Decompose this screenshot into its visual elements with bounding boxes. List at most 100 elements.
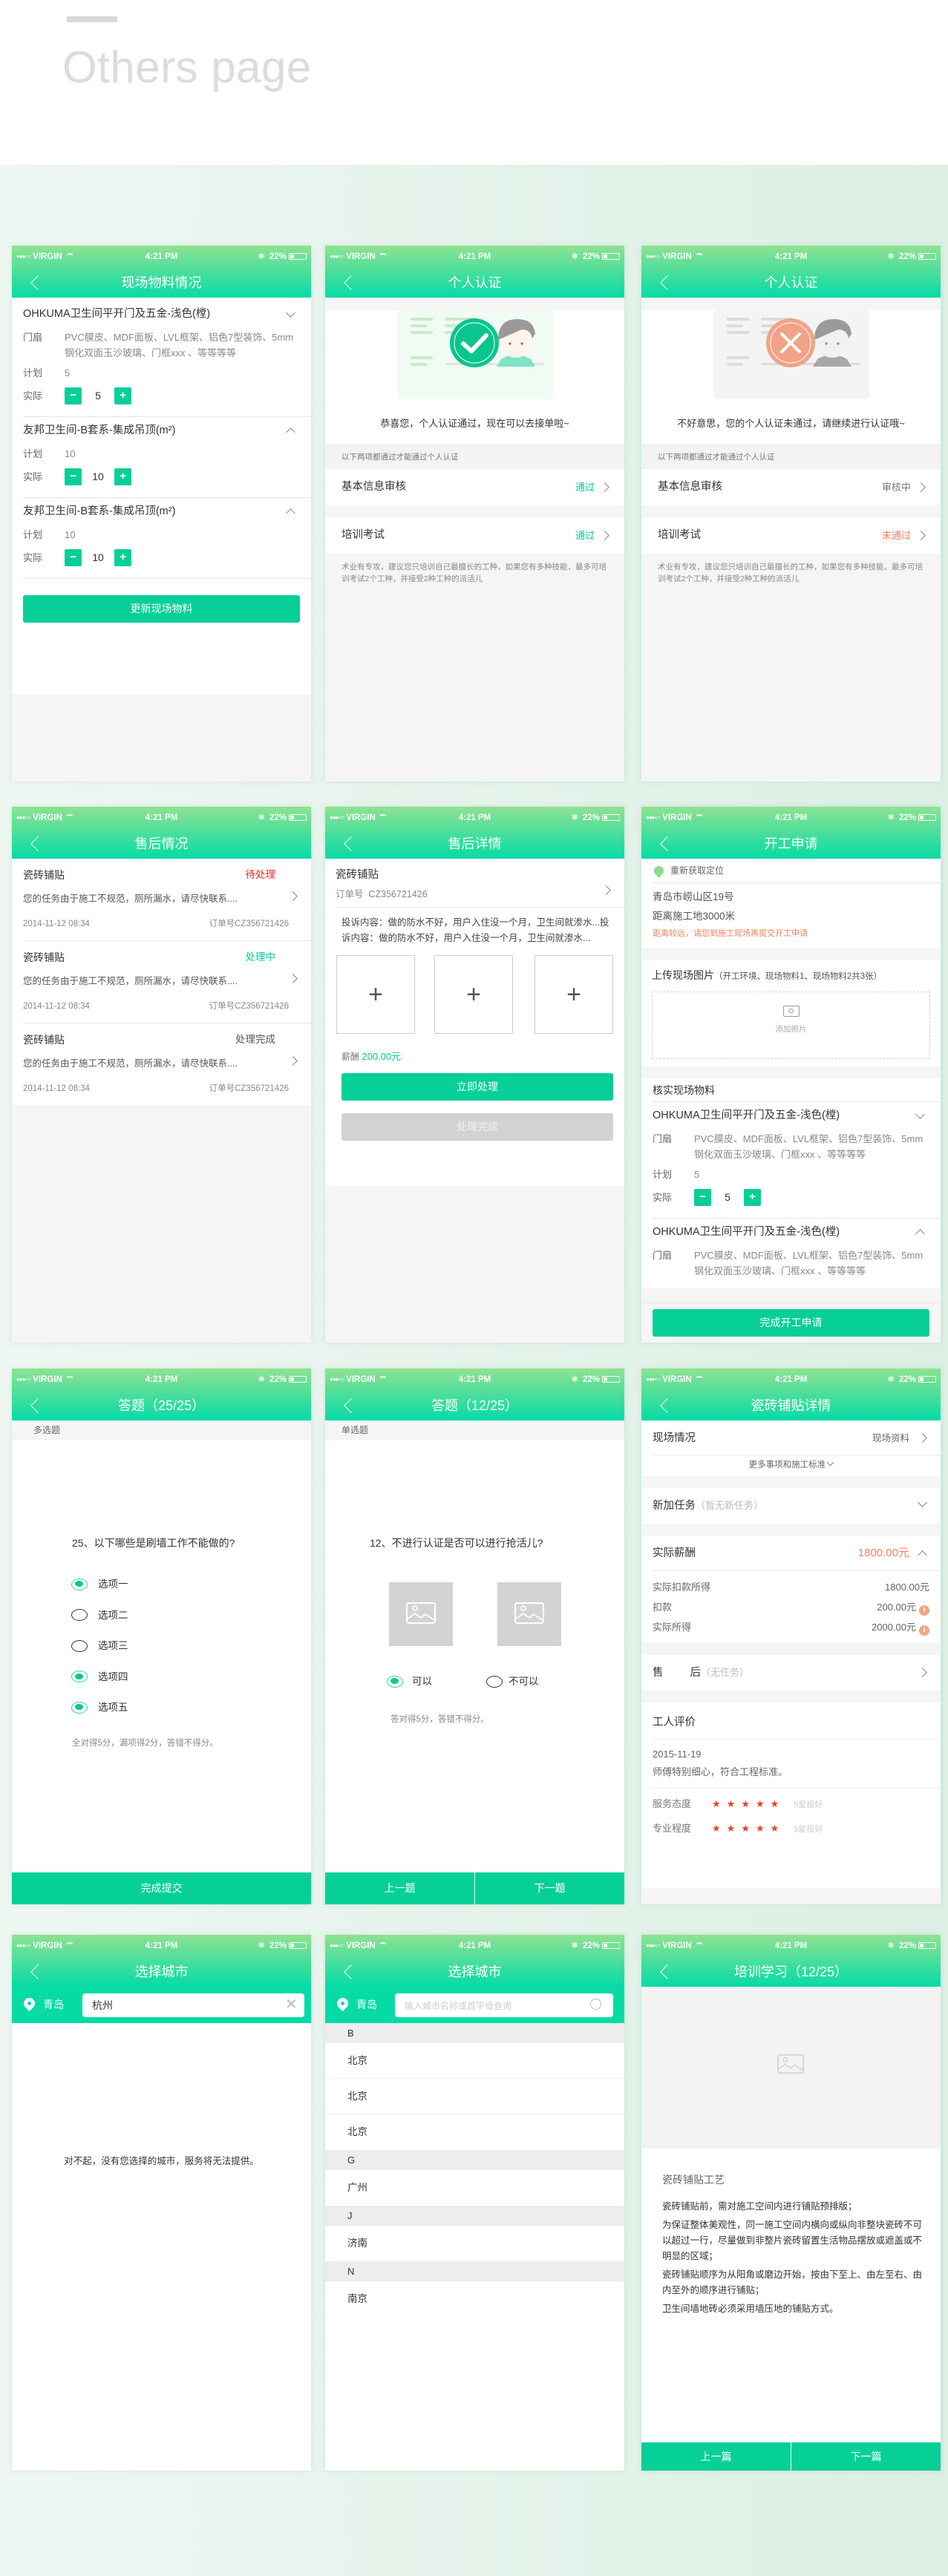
- checkbox-icon[interactable]: [71, 1701, 88, 1714]
- camera-icon: [782, 1006, 800, 1017]
- add-photo-slot[interactable]: +: [336, 955, 415, 1034]
- aftersales-item[interactable]: 瓷砖铺贴 处理中 您的任务由于施工不规范，厕所漏水，请尽快联系.... 2014-11…: [23, 941, 311, 1023]
- row-label: 培训考试: [658, 529, 701, 541]
- back-icon[interactable]: [660, 1964, 675, 1979]
- salary-label: 薪酬: [341, 1052, 360, 1062]
- increment-button[interactable]: +: [114, 549, 131, 566]
- relocate-button[interactable]: 重新获取定位: [652, 859, 941, 883]
- actual-quantity[interactable]: 5: [711, 1190, 744, 1205]
- checkbox-icon[interactable]: [71, 1578, 88, 1590]
- chevron-up-icon[interactable]: [286, 508, 295, 518]
- option[interactable]: 选项四: [71, 1668, 128, 1700]
- back-icon[interactable]: [660, 275, 675, 290]
- training-exam-row[interactable]: 培训考试 未通过: [641, 517, 941, 554]
- decrement-button[interactable]: −: [65, 468, 82, 485]
- option[interactable]: 不可以: [486, 1673, 539, 1688]
- option[interactable]: 选项三: [71, 1637, 128, 1668]
- bluetooth-icon: ✱: [887, 1375, 895, 1384]
- city-item[interactable]: 北京: [325, 2043, 624, 2079]
- back-icon[interactable]: [30, 836, 45, 851]
- city-item[interactable]: 南京: [325, 2281, 624, 2317]
- back-icon[interactable]: [344, 1964, 359, 1979]
- back-icon[interactable]: [344, 275, 359, 290]
- order-number: 订单号CZ356721426: [209, 1002, 289, 1011]
- location-pin-icon: [652, 864, 666, 878]
- battery-level: 22%: [582, 252, 600, 261]
- materials-list: OHKUMA卫生间平开门及五金-浅色(樘) 门扇 PVC膜皮、MDF面板、LVL框…: [12, 298, 311, 695]
- back-icon[interactable]: [344, 1398, 359, 1413]
- info-icon[interactable]: i: [919, 1625, 929, 1636]
- chevron-down-icon[interactable]: [286, 308, 295, 318]
- chevron-up-icon[interactable]: [915, 1229, 925, 1239]
- increment-button[interactable]: +: [114, 468, 131, 485]
- option[interactable]: 可以: [387, 1673, 432, 1688]
- option-image[interactable]: [497, 1582, 561, 1646]
- city-item[interactable]: 济南: [325, 2226, 624, 2261]
- aftersales-item[interactable]: 瓷砖铺贴 待处理 您的任务由于施工不规范，厕所漏水，请尽快联系.... 2014-11…: [23, 859, 311, 941]
- pay-breakdown-row: 实际所得 2000.00元 i: [641, 1617, 941, 1637]
- increment-button[interactable]: +: [114, 387, 131, 404]
- add-photo-slot[interactable]: +: [535, 955, 613, 1034]
- decrement-button[interactable]: −: [65, 387, 82, 404]
- city-item[interactable]: 广州: [325, 2170, 624, 2206]
- submit-button[interactable]: 完成提交: [12, 1872, 311, 1904]
- complete-application-button[interactable]: 完成开工申请: [653, 1309, 929, 1337]
- basic-info-review-row[interactable]: 基本信息审核 通过: [325, 469, 624, 505]
- checkbox-icon[interactable]: [71, 1639, 88, 1652]
- next-article-button[interactable]: 下一篇: [791, 2442, 941, 2471]
- chevron-up-icon[interactable]: [286, 427, 295, 437]
- back-icon[interactable]: [660, 836, 675, 851]
- city-search-input[interactable]: [82, 1993, 304, 2017]
- city-item[interactable]: 北京: [325, 2079, 624, 2114]
- process-now-button[interactable]: 立即处理: [341, 1073, 613, 1101]
- result-message: 恭喜您，个人认证通过，现在可以去接单啦~: [380, 418, 569, 429]
- back-icon[interactable]: [30, 275, 45, 290]
- previous-question-button[interactable]: 上一题: [325, 1872, 474, 1904]
- actual-quantity[interactable]: 10: [82, 550, 114, 566]
- update-materials-button[interactable]: 更新现场物料: [23, 595, 300, 623]
- checkbox-icon[interactable]: [71, 1609, 88, 1622]
- site-status-row[interactable]: 现场情况 现场资料: [653, 1420, 941, 1456]
- back-icon[interactable]: [660, 1398, 675, 1413]
- current-city[interactable]: 青岛: [356, 1987, 377, 2023]
- more-standards-toggle[interactable]: 更多事项和施工标准: [641, 1456, 941, 1476]
- search-icon[interactable]: [590, 1999, 601, 2010]
- city-search-input[interactable]: [395, 1993, 613, 2017]
- basic-info-review-row[interactable]: 基本信息审核 审核中: [641, 469, 941, 505]
- requirement-note: 以下两项都通过才能通过个人认证: [641, 445, 941, 469]
- option[interactable]: 选项一: [71, 1576, 128, 1607]
- increment-button[interactable]: +: [744, 1189, 761, 1206]
- current-city[interactable]: 青岛: [43, 1987, 64, 2023]
- new-task-row[interactable]: 新加任务（暂无新任务）: [641, 1488, 941, 1524]
- decrement-button[interactable]: −: [65, 549, 82, 566]
- training-exam-row[interactable]: 培训考试 通过: [325, 517, 624, 554]
- add-photo-slot[interactable]: +: [434, 955, 513, 1034]
- previous-article-button[interactable]: 上一篇: [641, 2442, 791, 2471]
- back-icon[interactable]: [344, 836, 359, 851]
- radio-icon[interactable]: [486, 1675, 503, 1688]
- city-item[interactable]: 北京: [325, 2114, 624, 2150]
- actual-pay-row[interactable]: 实际薪酬 1800.00元: [653, 1536, 941, 1571]
- actual-quantity[interactable]: 10: [82, 469, 114, 485]
- back-icon[interactable]: [30, 1398, 45, 1413]
- site-documents-link[interactable]: 现场资料: [872, 1420, 909, 1456]
- decrement-button[interactable]: −: [694, 1189, 711, 1206]
- actual-quantity[interactable]: 5: [82, 388, 114, 404]
- radio-icon[interactable]: [387, 1675, 403, 1688]
- checkbox-icon[interactable]: [71, 1671, 88, 1683]
- clear-icon[interactable]: ✕: [285, 1997, 298, 2012]
- back-icon[interactable]: [30, 1964, 45, 1979]
- aftersales-item[interactable]: 瓷砖铺贴 处理完成 您的任务由于施工不规范，厕所漏水，请尽快联系.... 2014-1…: [23, 1023, 311, 1105]
- next-question-button[interactable]: 下一题: [474, 1872, 624, 1904]
- option-image[interactable]: [389, 1582, 453, 1646]
- aftersales-row[interactable]: 售 后（无任务）: [641, 1655, 941, 1691]
- option[interactable]: 选项五: [71, 1699, 128, 1730]
- order-summary[interactable]: 瓷砖铺贴 订单号 CZ356721426: [336, 859, 624, 908]
- chevron-down-icon[interactable]: [915, 1110, 925, 1119]
- battery-level: 22%: [582, 1375, 600, 1384]
- add-photo-area[interactable]: 添加照片: [652, 992, 930, 1059]
- option[interactable]: 选项二: [71, 1607, 128, 1638]
- row-sublabel: （暂无新任务）: [696, 1500, 764, 1511]
- article-heading: 瓷砖铺贴工艺: [662, 2174, 725, 2186]
- info-icon[interactable]: i: [919, 1605, 929, 1616]
